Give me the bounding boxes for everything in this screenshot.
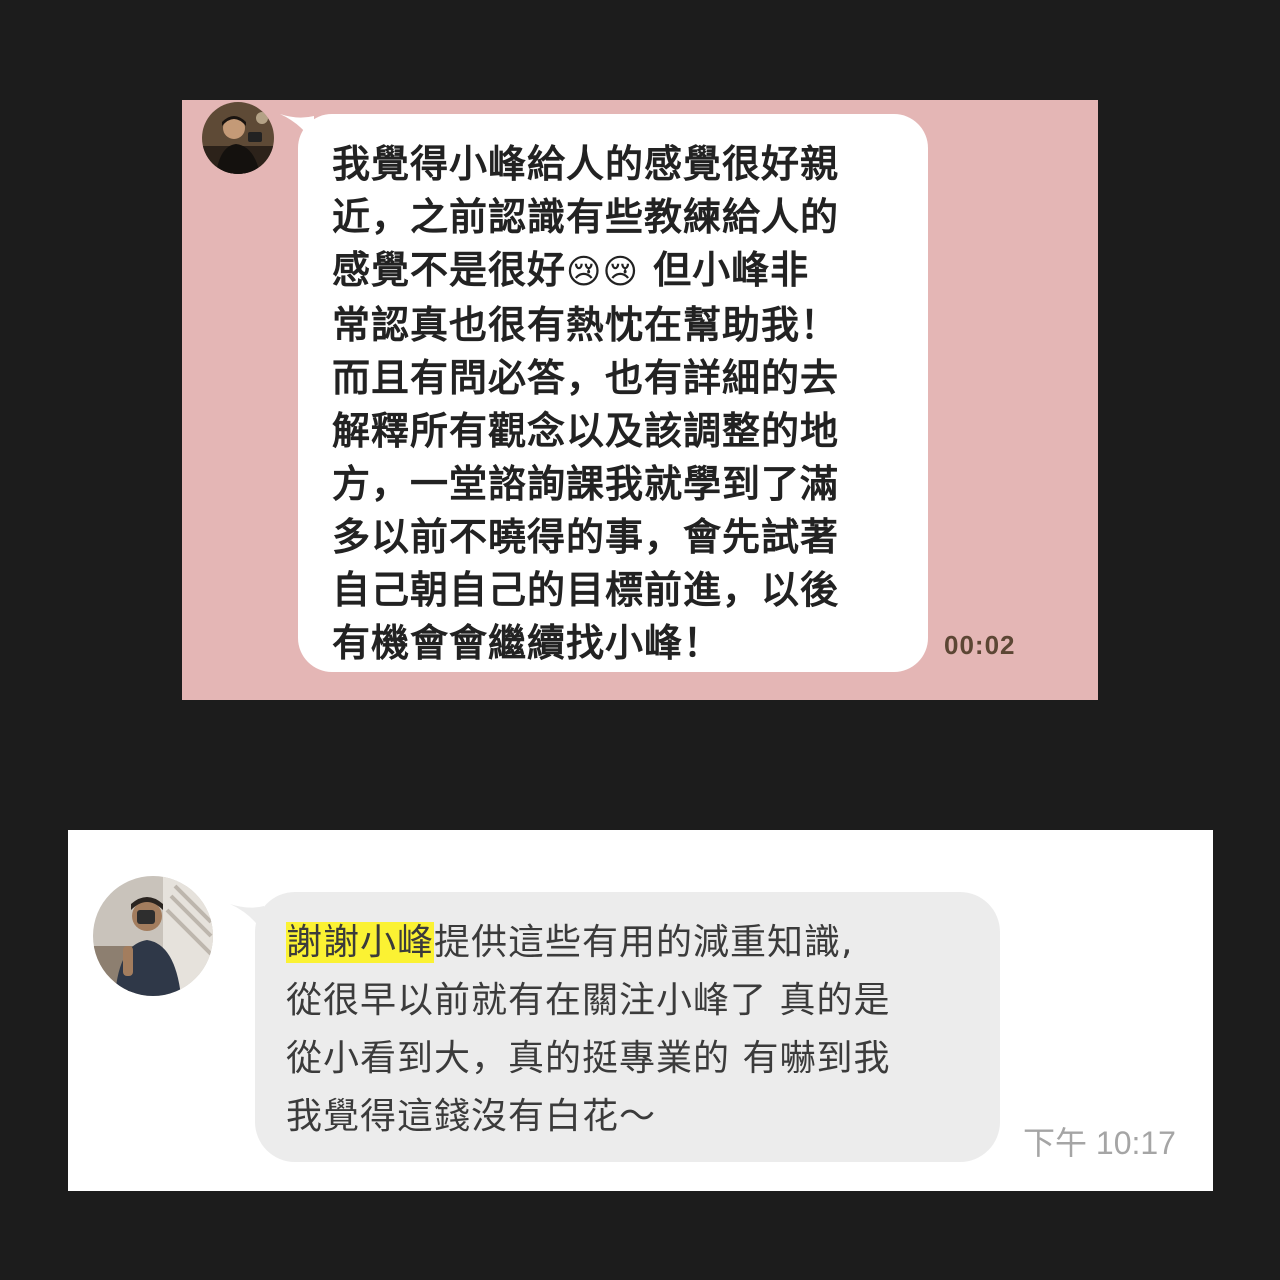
message-line: 從小看到大，真的挺專業的 有嚇到我 — [286, 1038, 891, 1079]
message-bubble[interactable]: 我覺得小峰給人的感覺很好親 近，之前認識有些教練給人的 感覺不是很好😢😢 但小峰… — [298, 114, 928, 672]
message-timestamp: 00:02 — [944, 630, 1016, 660]
avatar[interactable] — [93, 876, 213, 996]
chat-screenshot-1: 我覺得小峰給人的感覺很好親 近，之前認識有些教練給人的 感覺不是很好😢😢 但小峰… — [182, 100, 1098, 700]
crying-face-emoji-icon: 😢 — [602, 252, 639, 292]
message-line: 常認真也很有熱忱在幫助我！ — [332, 303, 840, 347]
message-text: 感覺不是很好 — [332, 248, 567, 292]
message-text: 但小峰非 — [653, 248, 810, 292]
message-line: 我覺得小峰給人的感覺很好親 — [332, 142, 840, 186]
avatar[interactable] — [202, 102, 274, 174]
avatar-photo-icon — [93, 876, 213, 996]
highlighted-name: 謝謝小峰 — [286, 922, 435, 963]
message-line: 從很早以前就有在關注小峰了 真的是 — [286, 980, 891, 1021]
avatar-photo-icon — [202, 102, 274, 174]
message-line: 方，一堂諮詢課我就學到了滿 — [332, 462, 840, 506]
message-line: 而且有問必答，也有詳細的去 — [332, 356, 840, 400]
message-line: 謝謝小峰提供這些有用的減重知識, — [286, 914, 980, 972]
chat-screenshot-2: 謝謝小峰提供這些有用的減重知識, 從很早以前就有在關注小峰了 真的是 從小看到大… — [68, 830, 1213, 1191]
message-line: 有機會會繼續找小峰！ — [332, 621, 723, 665]
message-line: 我覺得這錢沒有白花～ — [286, 1096, 657, 1137]
message-bubble[interactable]: 謝謝小峰提供這些有用的減重知識, 從很早以前就有在關注小峰了 真的是 從小看到大… — [255, 892, 1000, 1162]
message-line: 解釋所有觀念以及該調整的地 — [332, 409, 840, 453]
message-text: 提供這些有用的減重知識, — [434, 922, 854, 963]
message-line: 多以前不曉得的事，會先試著 — [332, 515, 840, 559]
message-timestamp: 下午 10:17 — [1023, 1125, 1176, 1161]
message-line: 自己朝自己的目標前進，以後 — [332, 568, 840, 612]
message-line: 近，之前認識有些教練給人的 — [332, 195, 840, 239]
message-line: 感覺不是很好😢😢 但小峰非 — [332, 244, 908, 299]
crying-face-emoji-icon: 😢 — [566, 252, 603, 292]
